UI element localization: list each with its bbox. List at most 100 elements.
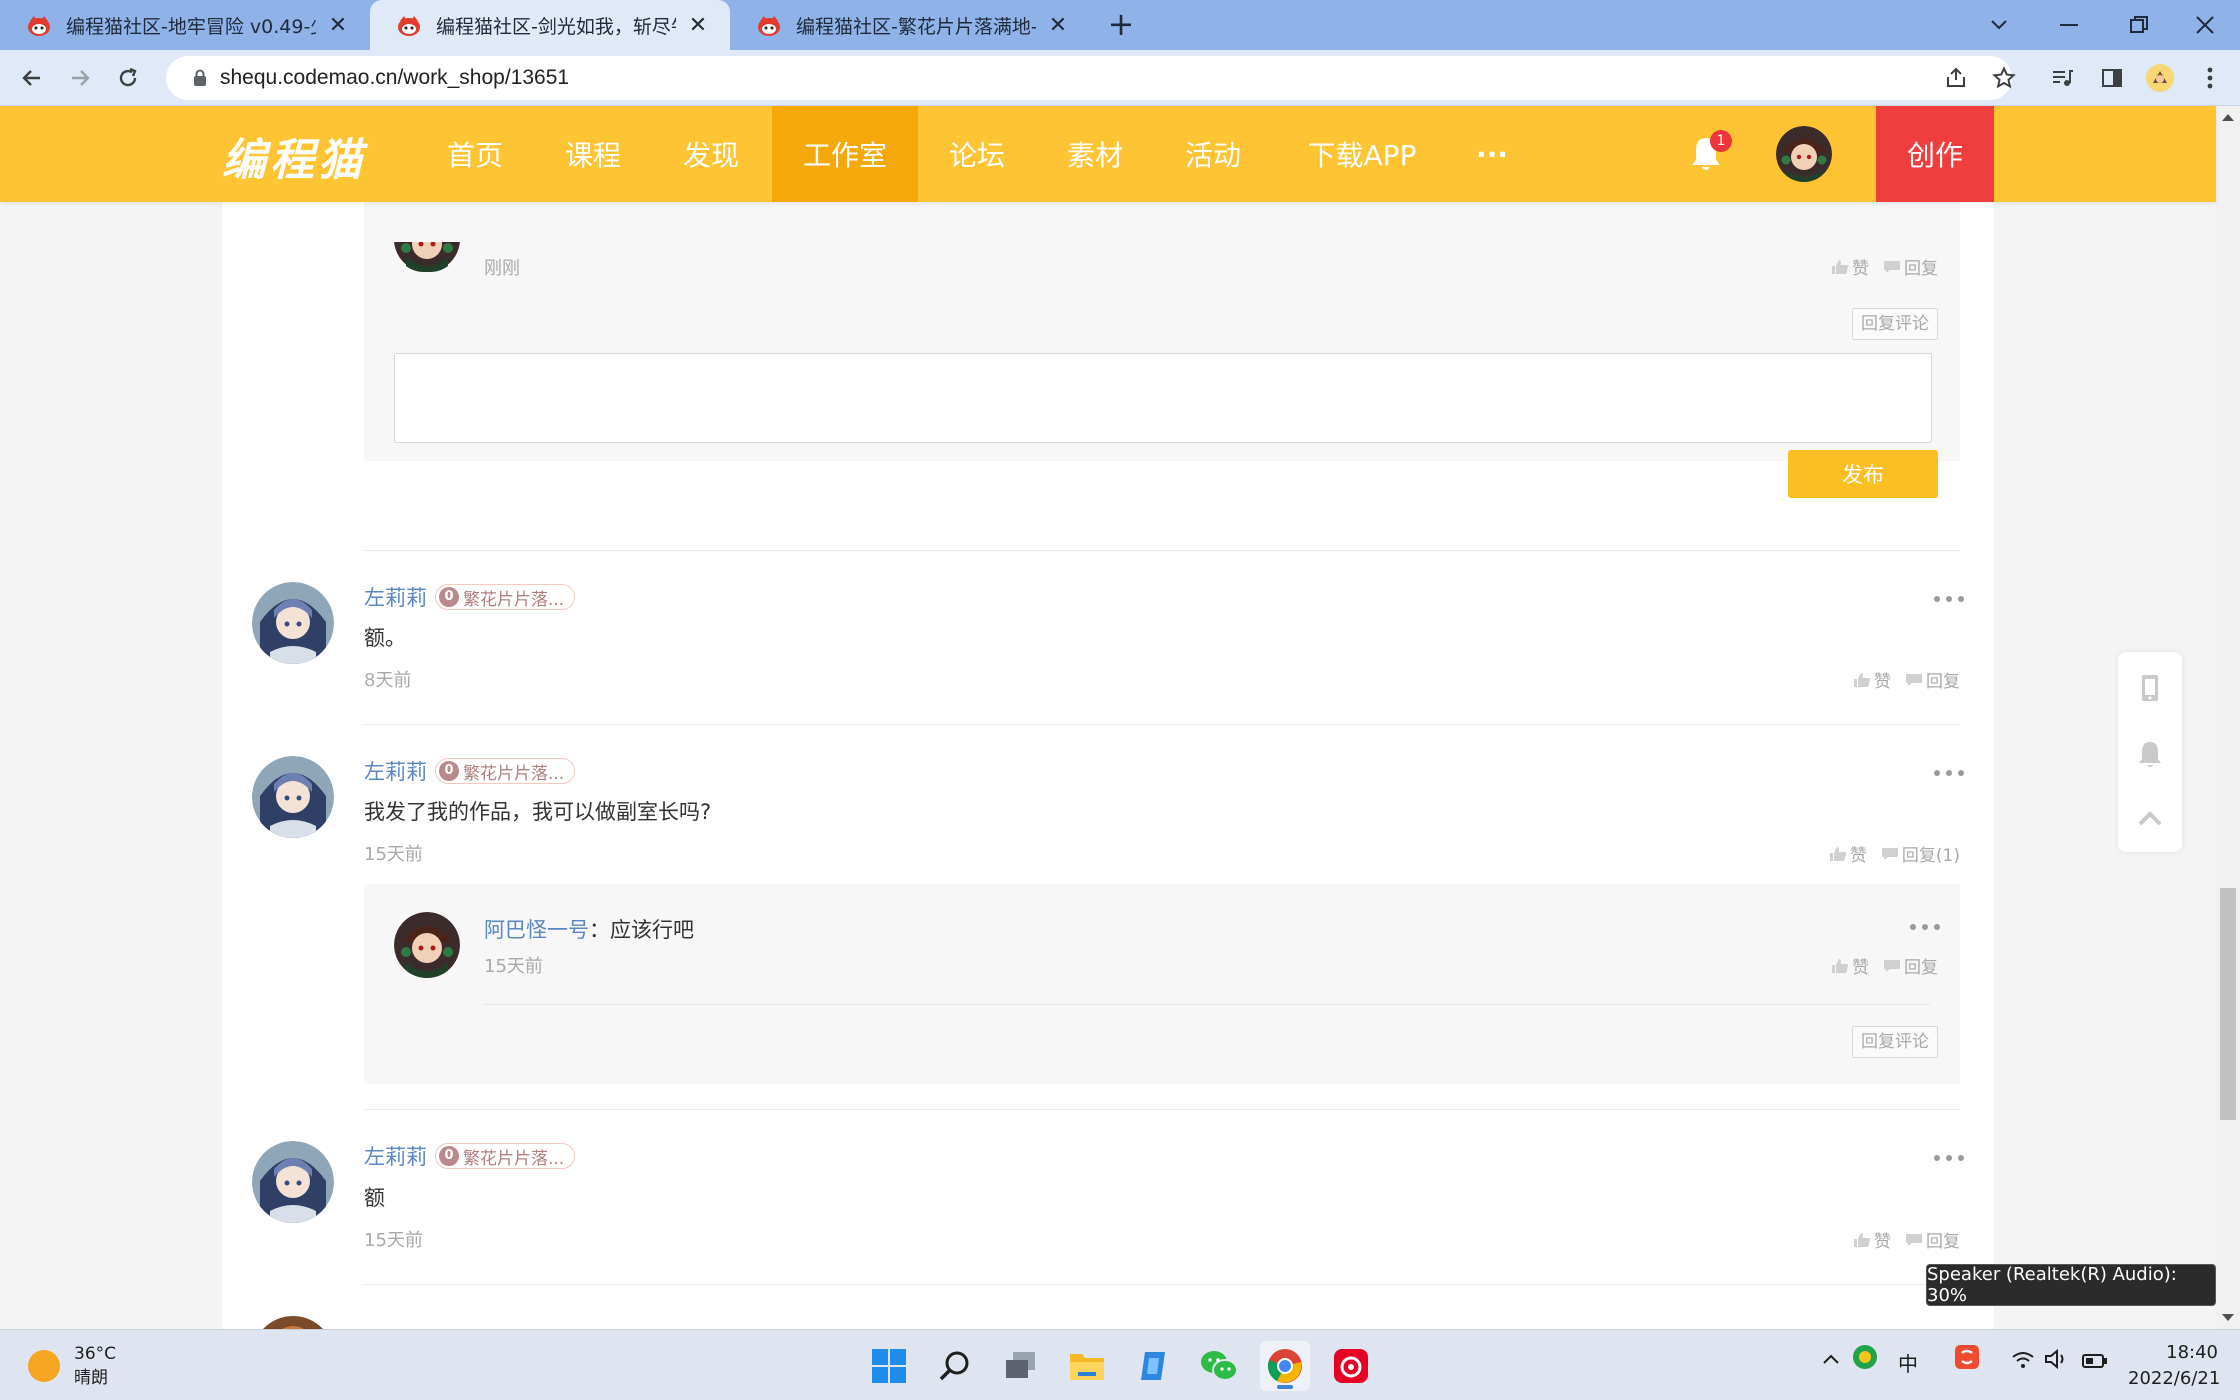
like-button[interactable]: 赞 <box>1853 667 1891 692</box>
reply-button[interactable]: 回复 <box>1905 1227 1960 1252</box>
more-options-icon[interactable] <box>1934 594 1964 604</box>
reply-textarea[interactable] <box>394 353 1932 443</box>
avatar[interactable] <box>394 242 460 272</box>
site-logo[interactable]: 编程猫 <box>222 124 366 188</box>
publish-button[interactable]: 发布 <box>1788 450 1938 498</box>
minimize-button[interactable] <box>2034 0 2104 50</box>
restore-button[interactable] <box>2104 0 2174 50</box>
app-blue-icon[interactable] <box>1128 1341 1178 1391</box>
notification-bell-icon[interactable] <box>2134 738 2166 770</box>
reply-author[interactable]: 阿巴怪一号 <box>484 914 589 944</box>
browser-tab-3[interactable]: 编程猫社区-繁花片片落满地-一起 ✕ <box>730 0 1090 50</box>
share-icon[interactable] <box>1936 56 1976 100</box>
more-options-icon[interactable] <box>1934 768 1964 778</box>
like-button[interactable]: 赞 <box>1853 1227 1891 1252</box>
reply-button[interactable]: 回复 <box>1883 254 1938 279</box>
task-view-icon[interactable] <box>996 1341 1046 1391</box>
nav-courses[interactable]: 课程 <box>548 106 638 202</box>
ime-indicator[interactable]: 中 <box>1898 1348 1918 1377</box>
reply-button[interactable]: 回复 <box>1883 953 1938 978</box>
forward-button[interactable] <box>60 58 100 98</box>
side-panel-icon[interactable] <box>2092 58 2132 98</box>
bookmark-star-icon[interactable] <box>1984 56 2024 100</box>
reply-button[interactable]: 回复(1) <box>1881 841 1960 866</box>
workshop-badge[interactable]: 0 繁花片片落... <box>435 758 576 784</box>
avatar[interactable] <box>394 912 460 978</box>
workshop-badge[interactable]: 0 繁花片片落... <box>435 1143 576 1169</box>
mobile-phone-icon[interactable] <box>2134 672 2166 704</box>
reload-button[interactable] <box>108 58 148 98</box>
netease-music-icon[interactable] <box>1326 1341 1376 1391</box>
like-label: 赞 <box>1874 1232 1891 1252</box>
weather-widget[interactable]: 36°C 晴朗 <box>28 1342 116 1390</box>
chrome-icon[interactable] <box>1260 1341 1310 1391</box>
user-avatar[interactable] <box>1776 126 1832 182</box>
reply-comment-button[interactable]: 回复评论 <box>1852 1026 1938 1058</box>
search-icon[interactable] <box>930 1341 980 1391</box>
comment-author[interactable]: 左莉莉 <box>364 1141 427 1171</box>
system-clock[interactable]: 18:40 2022/6/21 <box>2128 1340 2220 1392</box>
comment-text: 额。 <box>364 626 406 650</box>
browser-tab-2[interactable]: 编程猫社区-剑光如我，斩尽牛杂 ✕ <box>370 0 730 50</box>
scroll-down-arrow-icon[interactable] <box>2222 1314 2234 1321</box>
divider <box>364 550 1960 551</box>
tab-search-chevron-icon[interactable] <box>1964 0 2034 50</box>
wechat-icon[interactable] <box>1194 1341 1244 1391</box>
browser-menu-icon[interactable] <box>2190 58 2230 98</box>
profile-avatar-icon[interactable] <box>2140 58 2180 98</box>
close-icon[interactable]: ✕ <box>1046 13 1070 38</box>
nav-discover[interactable]: 发现 <box>666 106 756 202</box>
nav-more[interactable]: ··· <box>1462 106 1522 202</box>
like-button[interactable]: 赞 <box>1831 953 1869 978</box>
show-hidden-icons-chevron-icon[interactable] <box>1822 1346 1840 1370</box>
comment-header: 左莉莉 0 繁花片片落... <box>364 1141 576 1171</box>
avatar[interactable] <box>252 756 334 838</box>
scroll-up-arrow-icon[interactable] <box>2222 114 2234 121</box>
more-options-icon[interactable] <box>1934 1153 1964 1163</box>
avatar[interactable] <box>252 582 334 664</box>
comment-bubble-icon <box>1906 673 1922 686</box>
back-button[interactable] <box>12 58 52 98</box>
start-button[interactable] <box>864 1341 914 1391</box>
back-to-top-icon[interactable] <box>2134 802 2166 834</box>
comment-author[interactable]: 左莉莉 <box>364 582 427 612</box>
nav-home[interactable]: 首页 <box>430 106 520 202</box>
browser-tab-1[interactable]: 编程猫社区-地牢冒险 v0.49-少儿 ✕ <box>0 0 370 50</box>
nav-forum[interactable]: 论坛 <box>932 106 1022 202</box>
more-options-icon[interactable] <box>1910 922 1940 932</box>
workshop-badge[interactable]: 0 繁花片片落... <box>435 584 576 610</box>
page-scrollbar[interactable] <box>2216 106 2240 1329</box>
nav-materials[interactable]: 素材 <box>1050 106 1140 202</box>
reply-comment-button[interactable]: 回复评论 <box>1852 308 1938 340</box>
reply-button[interactable]: 回复 <box>1905 667 1960 692</box>
battery-icon[interactable] <box>2082 1350 2108 1374</box>
scrollbar-thumb[interactable] <box>2220 888 2236 1120</box>
create-button[interactable]: 创作 <box>1876 106 1994 202</box>
address-bar[interactable]: shequ.codemao.cn/work_shop/13651 <box>166 56 2012 100</box>
nav-download-app[interactable]: 下载APP <box>1292 106 1432 202</box>
close-window-button[interactable] <box>2170 0 2240 50</box>
avatar[interactable] <box>252 1316 334 1329</box>
comment-author[interactable]: 左莉莉 <box>364 756 427 786</box>
close-icon[interactable]: ✕ <box>686 13 710 38</box>
media-queue-icon[interactable] <box>2042 58 2082 98</box>
reply-line: 阿巴怪一号 ：应该行吧 <box>484 914 694 944</box>
comment-actions: 赞 回复(1) <box>1815 841 1960 866</box>
tab-title: 编程猫社区-繁花片片落满地-一起 <box>796 15 1036 38</box>
tray-sogou-icon[interactable] <box>1954 1344 1980 1375</box>
file-explorer-icon[interactable] <box>1062 1341 1112 1391</box>
like-button[interactable]: 赞 <box>1829 841 1867 866</box>
tray-app-icon[interactable] <box>1852 1344 1878 1375</box>
comment-section: 刚刚 赞 回复 回复评论 发布 左莉莉 0 繁花片片落... 额。 8天前 赞 … <box>222 106 1994 1329</box>
codemao-favicon-icon <box>28 16 50 36</box>
volume-icon[interactable] <box>2044 1348 2068 1375</box>
new-tab-button[interactable]: + <box>1104 8 1138 42</box>
nav-workshop[interactable]: 工作室 <box>772 106 918 202</box>
like-button[interactable]: 赞 <box>1831 254 1869 279</box>
comment-time: 15天前 <box>364 1230 423 1251</box>
close-icon[interactable]: ✕ <box>326 13 350 38</box>
nav-events[interactable]: 活动 <box>1168 106 1258 202</box>
avatar[interactable] <box>252 1141 334 1223</box>
wifi-icon[interactable] <box>2012 1350 2034 1374</box>
lock-icon[interactable] <box>180 56 220 100</box>
